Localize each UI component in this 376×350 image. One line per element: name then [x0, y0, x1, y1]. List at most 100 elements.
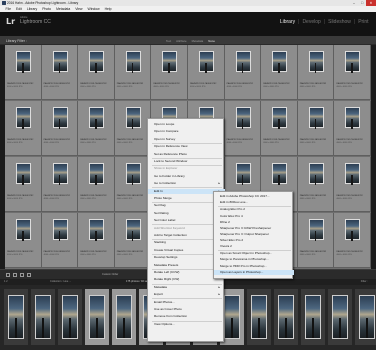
grid-cell[interactable]: PAHNPFC209-7A1EE37824000 x 6000 JPG — [261, 45, 298, 100]
grid-cell[interactable]: PAHNPFC209-7A1EE37824000 x 6000 JPG — [5, 45, 42, 100]
submenu-item[interactable]: Silver Efex Pro 2 — [220, 238, 243, 243]
grid-cell[interactable]: PAHNPFC209-7A1EE37824000 x 6000 JPG — [261, 101, 298, 156]
context-menu-item[interactable]: Develop Settings — [154, 255, 177, 260]
context-menu-item[interactable]: Photo Merge — [154, 196, 172, 201]
photo-thumbnail[interactable] — [125, 219, 141, 241]
context-menu-item[interactable]: Rotate Right (CW) — [154, 277, 179, 282]
submenu-item[interactable]: Open as Layers in Photoshop... — [214, 269, 294, 275]
filmstrip-cell[interactable] — [247, 289, 271, 345]
photo-thumbnail[interactable] — [272, 107, 288, 129]
photo-thumbnail[interactable] — [125, 163, 141, 185]
grid-cell[interactable]: PAHNPFC209-7A1EE37824000 x 6000 JPG — [5, 101, 42, 156]
filmstrip-thumbnail[interactable] — [278, 295, 294, 339]
photo-thumbnail[interactable] — [235, 163, 251, 185]
context-menu-item[interactable]: Email Photos... — [154, 300, 175, 305]
grid-cell[interactable]: PAHNPFC209-7A1EE37824000 x 6000 JPG — [78, 157, 115, 212]
context-menu-item[interactable]: Stacking — [154, 240, 166, 245]
photo-thumbnail[interactable] — [16, 107, 31, 129]
compare-view-icon[interactable] — [20, 272, 24, 277]
filmstrip-cell[interactable] — [4, 289, 28, 345]
photo-thumbnail[interactable] — [125, 51, 141, 73]
grid-cell[interactable]: PAHNPFC209-7A1EE37824000 x 6000 JPG — [114, 213, 152, 268]
sort-order[interactable]: Custom Order — [102, 273, 118, 276]
filmstrip-thumbnail[interactable] — [116, 295, 132, 339]
grid-cell[interactable]: PAHNPFC209-7A1EE37824000 x 6000 JPG — [78, 45, 115, 100]
filmstrip-thumbnail[interactable] — [35, 295, 51, 339]
context-menu-item[interactable]: Metadata Presets — [154, 263, 178, 268]
filmstrip-cell[interactable] — [85, 289, 109, 345]
loupe-view-icon[interactable] — [13, 272, 17, 277]
context-menu-item[interactable]: Rotate Left (CCW) — [154, 270, 179, 275]
filter-tab-metadata[interactable]: Metadata — [192, 39, 204, 43]
photo-thumbnail[interactable] — [89, 219, 105, 241]
module-develop[interactable]: Develop — [301, 19, 322, 25]
photo-thumbnail[interactable] — [52, 163, 68, 185]
photo-thumbnail[interactable] — [235, 107, 251, 129]
grid-cell[interactable]: PAHNPFC209-7A1EE37824000 x 6000 JPG — [41, 101, 79, 156]
photo-thumbnail[interactable] — [52, 107, 68, 129]
context-menu-item[interactable]: View Options... — [154, 322, 175, 327]
filmstrip-cell[interactable] — [301, 289, 325, 345]
filter-tab-text[interactable]: Text — [166, 39, 171, 43]
grid-cell[interactable]: PAHNPFC209-7A1EE37824000 x 6000 JPG — [5, 213, 42, 268]
submenu-item[interactable]: Viveza 2 — [220, 244, 232, 249]
context-menu-item[interactable]: Go to Collection — [154, 181, 176, 186]
filter-tab-attribute[interactable]: Attribute — [176, 39, 186, 43]
submenu-item[interactable]: Sharpener Pro 3: Output Sharpener — [220, 232, 269, 237]
context-menu-item[interactable]: Remove from Collection — [154, 314, 187, 319]
module-slideshow[interactable]: Slideshow — [327, 19, 353, 25]
grid-cell[interactable]: PAHNPFC209-7A1EE37824000 x 6000 JPG — [114, 101, 152, 156]
submenu-item[interactable]: Edit in Adobe Photoshop CC 2017... — [220, 194, 270, 199]
submenu-item[interactable]: Dfine 2 — [220, 220, 230, 225]
submenu-item[interactable]: Sharpener Pro 3: RAW Presharpener — [220, 226, 271, 231]
photo-thumbnail[interactable] — [89, 107, 105, 129]
context-menu-item[interactable]: Lock to Second Window — [154, 159, 187, 164]
photo-thumbnail[interactable] — [89, 51, 105, 73]
context-menu-item[interactable]: Metadata — [154, 285, 167, 290]
module-print[interactable]: Print — [357, 19, 370, 25]
photo-thumbnail[interactable] — [52, 51, 68, 73]
filmstrip-thumbnail[interactable] — [89, 295, 105, 339]
photo-thumbnail[interactable] — [16, 163, 31, 185]
filmstrip-thumbnail[interactable] — [224, 295, 240, 339]
photo-thumbnail[interactable] — [272, 51, 288, 73]
photo-thumbnail[interactable] — [125, 107, 141, 129]
photo-thumbnail[interactable] — [235, 51, 251, 73]
filmstrip-cell[interactable] — [274, 289, 298, 345]
context-menu-item[interactable]: Open in Survey — [154, 137, 175, 142]
photo-thumbnail[interactable] — [162, 51, 178, 73]
filmstrip-cell[interactable] — [328, 289, 352, 345]
photo-thumbnail[interactable] — [199, 51, 214, 73]
filmstrip-thumbnail[interactable] — [305, 295, 321, 339]
filmstrip-thumbnail[interactable] — [251, 295, 267, 339]
grid-view-icon[interactable] — [6, 272, 10, 277]
context-menu-item[interactable]: Set Flag — [154, 203, 166, 208]
survey-view-icon[interactable] — [27, 272, 31, 277]
grid-cell[interactable]: PAHNPFC209-7A1EE37824000 x 6000 JPG — [41, 45, 79, 100]
submenu-item[interactable]: Merge to Panorama in Photoshop... — [220, 257, 269, 262]
photo-thumbnail[interactable] — [308, 51, 324, 73]
photo-thumbnail[interactable] — [52, 219, 68, 241]
grid-cell[interactable]: PAHNPFC209-7A1EE37824000 x 6000 JPG — [334, 213, 371, 268]
photo-thumbnail[interactable] — [16, 219, 31, 241]
submenu-item[interactable]: Merge to HDR Pro in Photoshop... — [220, 264, 267, 269]
filmstrip-cell[interactable] — [355, 289, 376, 345]
filmstrip-thumbnail[interactable] — [8, 295, 24, 339]
grid-cell[interactable]: PAHNPFC209-7A1EE37824000 x 6000 JPG — [224, 45, 262, 100]
grid-cell[interactable]: PAHNPFC209-7A1EE37824000 x 6000 JPG — [78, 101, 115, 156]
context-menu-item[interactable]: Set as Reference Photo — [154, 152, 187, 157]
grid-cell[interactable]: PAHNPFC209-7A1EE37824000 x 6000 JPG — [188, 45, 225, 100]
filmstrip-cell[interactable] — [112, 289, 136, 345]
grid-cell[interactable]: PAHNPFC209-7A1EE37824000 x 6000 JPG — [334, 45, 371, 100]
context-menu-item[interactable]: Export — [154, 292, 163, 297]
grid-cell[interactable]: PAHNPFC209-7A1EE37824000 x 6000 JPG — [114, 157, 152, 212]
filmstrip-cell[interactable] — [58, 289, 82, 345]
grid-cell[interactable]: PAHNPFC209-7A1EE37824000 x 6000 JPG — [224, 101, 262, 156]
grid-cell[interactable]: PAHNPFC209-7A1EE37824000 x 6000 JPG — [41, 157, 79, 212]
photo-thumbnail[interactable] — [345, 219, 361, 241]
photo-thumbnail[interactable] — [89, 163, 105, 185]
photo-thumbnail[interactable] — [308, 107, 324, 129]
grid-cell[interactable]: PAHNPFC209-7A1EE37824000 x 6000 JPG — [334, 101, 371, 156]
photo-thumbnail[interactable] — [345, 163, 361, 185]
grid-cell[interactable]: PAHNPFC209-7A1EE37824000 x 6000 JPG — [297, 213, 335, 268]
